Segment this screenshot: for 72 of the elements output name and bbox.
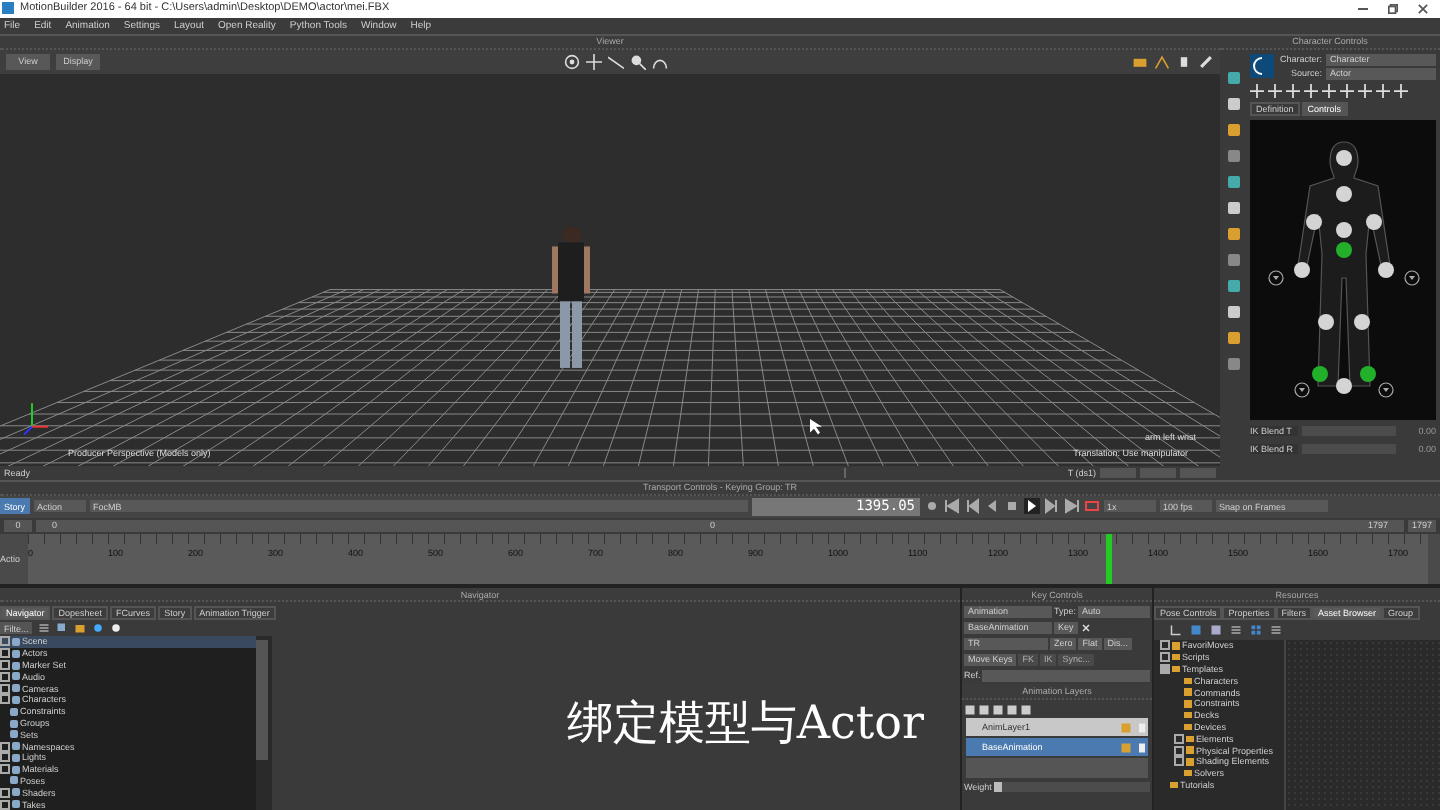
effector-tool-icon[interactable] — [1286, 83, 1300, 98]
skip-end-icon[interactable] — [1063, 498, 1080, 515]
stop-icon[interactable] — [1003, 498, 1020, 515]
effector-dot[interactable] — [1335, 241, 1351, 258]
grid-icon[interactable] — [1250, 624, 1262, 637]
node-icon — [10, 730, 18, 739]
forward-icon[interactable] — [110, 622, 123, 635]
node-icon — [12, 637, 20, 646]
effector-tool-icon[interactable] — [1250, 83, 1264, 98]
effector-tool-icon[interactable] — [1322, 83, 1336, 98]
effector-tool-icon[interactable] — [1394, 83, 1408, 98]
effector-dot[interactable] — [1311, 365, 1327, 382]
effector-dot[interactable] — [1293, 261, 1309, 278]
character-logo-icon — [1250, 53, 1274, 78]
status-field[interactable] — [1180, 467, 1216, 478]
list-icon[interactable] — [38, 622, 51, 635]
line-icon[interactable] — [608, 53, 624, 70]
pivot-icon[interactable] — [1403, 269, 1419, 286]
effector-dot[interactable] — [1335, 377, 1351, 394]
effector-dot[interactable] — [1317, 313, 1333, 330]
node-icon — [12, 800, 20, 809]
weight-slider[interactable] — [993, 782, 1150, 793]
close-icon[interactable] — [1418, 3, 1428, 14]
effector-tool-icon[interactable] — [1340, 83, 1354, 98]
keyframe-icon[interactable] — [1132, 53, 1148, 70]
node-icon — [12, 649, 20, 658]
folder-icon[interactable] — [74, 622, 87, 635]
skip-start-icon[interactable] — [943, 498, 960, 515]
step-back-icon[interactable] — [963, 498, 980, 515]
effector-tool-icon[interactable] — [1376, 83, 1390, 98]
playhead[interactable] — [1106, 533, 1112, 585]
pivot-icon[interactable] — [1267, 269, 1283, 286]
effector-dot[interactable] — [1335, 185, 1351, 202]
record-icon[interactable] — [923, 498, 940, 515]
effector-dot[interactable] — [1365, 213, 1381, 230]
orbit-icon[interactable] — [564, 53, 580, 70]
caption-text: 绑定模型与Actor — [566, 696, 924, 754]
effector-dot[interactable] — [1305, 213, 1321, 230]
figure-drawing — [552, 226, 590, 368]
effector-tool-icon[interactable] — [1268, 83, 1282, 98]
loop-icon[interactable] — [1083, 498, 1100, 515]
effector-tool-icon[interactable] — [1358, 83, 1372, 98]
collapse-icon[interactable] — [1160, 664, 1170, 675]
status-field[interactable] — [1100, 467, 1136, 478]
node-icon — [10, 707, 18, 716]
effector-dot[interactable] — [1335, 221, 1351, 238]
zoom-icon[interactable] — [630, 53, 646, 70]
node-icon — [10, 719, 18, 727]
mouse-cursor-icon — [810, 418, 822, 435]
minimize-icon[interactable] — [1358, 7, 1368, 10]
pivot-icon[interactable] — [1377, 381, 1393, 398]
node-icon — [12, 788, 20, 797]
bone-icon[interactable] — [1154, 53, 1170, 70]
effector-dot[interactable] — [1335, 149, 1351, 166]
play-icon[interactable] — [1023, 498, 1040, 515]
back-icon[interactable] — [92, 622, 105, 635]
tree-view-icon[interactable] — [1170, 624, 1182, 637]
scrollbar[interactable] — [256, 640, 268, 761]
app-logo-icon — [2, 2, 14, 15]
pivot-icon[interactable] — [1293, 381, 1309, 398]
effector-dot[interactable] — [1377, 261, 1393, 278]
effector-dot[interactable] — [1359, 365, 1375, 382]
tag-icon[interactable] — [56, 622, 69, 635]
list-icon[interactable] — [1270, 624, 1282, 637]
move-icon[interactable] — [586, 53, 602, 70]
effector-dot[interactable] — [1353, 313, 1369, 330]
restore-icon[interactable] — [1388, 3, 1398, 14]
axis-gizmo-icon — [23, 401, 49, 436]
effector-tool-icon[interactable] — [1304, 83, 1318, 98]
step-forward-icon[interactable] — [1043, 498, 1060, 515]
status-field[interactable] — [1140, 467, 1176, 478]
list-icon[interactable] — [1230, 624, 1242, 637]
